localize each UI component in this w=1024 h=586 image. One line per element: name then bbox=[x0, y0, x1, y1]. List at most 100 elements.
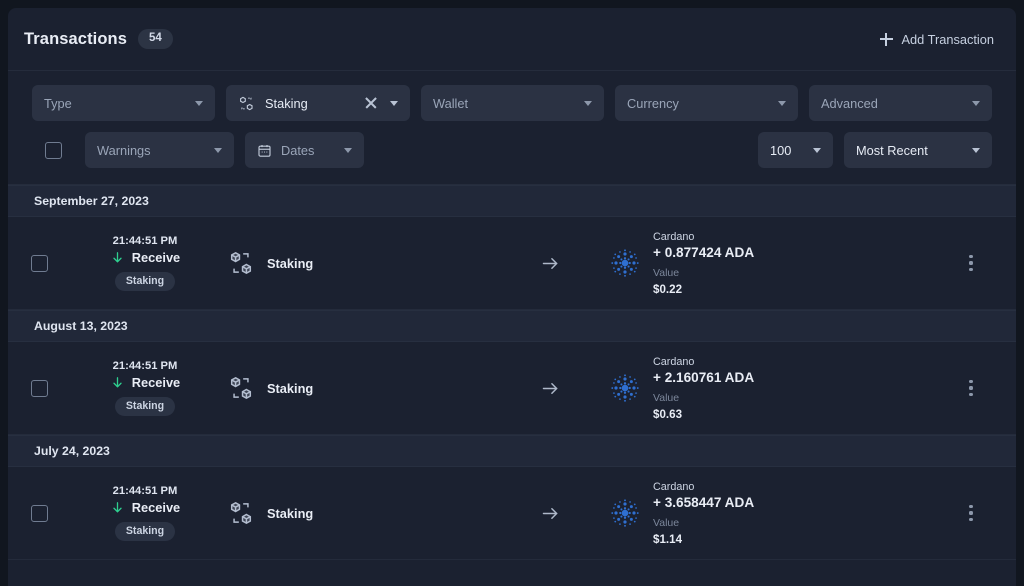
filter-advanced[interactable]: Advanced bbox=[808, 85, 992, 121]
page-size-label: 100 bbox=[770, 142, 792, 158]
row-amount: + 3.658447 ADA bbox=[653, 494, 755, 510]
filter-category[interactable]: Staking bbox=[226, 85, 410, 121]
row-tag: Staking bbox=[114, 272, 176, 291]
arrow-down-icon bbox=[110, 375, 125, 390]
row-menu-cell bbox=[948, 376, 994, 400]
row-direction-label: Receive bbox=[131, 375, 181, 391]
filter-dates[interactable]: Dates bbox=[245, 132, 364, 168]
arrow-down-icon bbox=[110, 250, 125, 265]
row-value-label: Value bbox=[653, 266, 680, 279]
row-value-label: Value bbox=[653, 516, 680, 529]
chevron-down-icon bbox=[583, 100, 592, 106]
row-amount-text: Cardano + 3.658447 ADA Value $1.14 bbox=[653, 481, 754, 546]
date-group-header: August 13, 2023 bbox=[8, 310, 1016, 342]
transactions-page: Transactions 54 Add Transaction Type Sta… bbox=[0, 0, 1024, 586]
filter-wallet[interactable]: Wallet bbox=[420, 85, 604, 121]
row-menu-cell bbox=[948, 501, 994, 525]
row-checkbox[interactable] bbox=[30, 504, 48, 522]
arrow-right-icon bbox=[540, 503, 561, 524]
filter-currency[interactable]: Currency bbox=[614, 85, 798, 121]
staking-cubes-icon bbox=[228, 500, 254, 526]
row-time: 21:44:51 PM bbox=[112, 485, 178, 498]
row-category-label: Staking bbox=[267, 380, 314, 396]
row-transfer-cell bbox=[490, 253, 610, 274]
arrow-right-icon bbox=[540, 253, 561, 274]
row-select-cell bbox=[8, 254, 70, 272]
chevron-down-icon bbox=[214, 147, 222, 153]
arrow-down-icon bbox=[110, 500, 125, 515]
row-amount-cell: Cardano + 2.160761 ADA Value $0.63 bbox=[610, 356, 948, 421]
kebab-menu-icon[interactable] bbox=[965, 376, 976, 400]
table-row[interactable]: 21:44:51 PM Receive Staking Staking Card… bbox=[8, 342, 1016, 435]
row-menu-cell bbox=[948, 251, 994, 275]
filter-currency-label: Currency bbox=[626, 95, 679, 111]
filter-category-label: Staking bbox=[265, 95, 308, 111]
row-transfer-cell bbox=[490, 378, 610, 399]
close-icon[interactable] bbox=[364, 96, 378, 110]
row-amount: + 2.160761 ADA bbox=[653, 369, 755, 385]
plus-icon bbox=[879, 32, 893, 46]
transaction-count-badge: 54 bbox=[138, 29, 173, 49]
row-coin-name: Cardano bbox=[653, 355, 695, 368]
filter-wallet-label: Wallet bbox=[432, 95, 469, 111]
page-title: Transactions bbox=[24, 29, 127, 48]
select-all-wrap bbox=[32, 141, 74, 159]
row-direction-label: Receive bbox=[131, 500, 181, 516]
select-all-checkbox[interactable] bbox=[44, 141, 62, 159]
page-size-select[interactable]: 100 bbox=[758, 132, 833, 168]
add-transaction-label: Add Transaction bbox=[901, 31, 994, 47]
row-direction: Receive bbox=[110, 250, 180, 265]
table-row[interactable]: 21:44:51 PM Receive Staking Staking Card… bbox=[8, 467, 1016, 560]
filter-type[interactable]: Type bbox=[32, 85, 215, 121]
chevron-down-icon bbox=[971, 100, 980, 106]
row-category-label: Staking bbox=[267, 255, 314, 271]
filter-dates-label: Dates bbox=[281, 142, 315, 158]
filter-row-primary: Type Staking Wallet Currency Advanced bbox=[32, 85, 992, 121]
filter-advanced-label: Advanced bbox=[820, 95, 878, 111]
row-time: 21:44:51 PM bbox=[112, 360, 178, 373]
row-tag: Staking bbox=[114, 522, 176, 541]
row-value: $1.14 bbox=[653, 532, 683, 546]
row-coin-name: Cardano bbox=[653, 230, 695, 243]
row-amount-cell: Cardano + 0.877424 ADA Value $0.22 bbox=[610, 231, 948, 296]
row-direction: Receive bbox=[110, 375, 180, 390]
row-type-cell: 21:44:51 PM Receive Staking bbox=[70, 235, 220, 291]
filter-warnings[interactable]: Warnings bbox=[85, 132, 234, 168]
row-category-label: Staking bbox=[267, 505, 314, 521]
cardano-icon bbox=[610, 373, 640, 403]
table-row[interactable]: 21:44:51 PM Receive Staking Staking Card… bbox=[8, 217, 1016, 310]
row-direction-label: Receive bbox=[131, 250, 181, 266]
row-category-cell: Staking bbox=[220, 375, 490, 401]
row-coin-name: Cardano bbox=[653, 480, 695, 493]
row-select-cell bbox=[8, 379, 70, 397]
cardano-icon bbox=[610, 498, 640, 528]
filter-bar: Type Staking Wallet Currency Advanced Wa… bbox=[8, 71, 1016, 185]
row-select-cell bbox=[8, 504, 70, 522]
arrow-right-icon bbox=[540, 378, 561, 399]
row-type-cell: 21:44:51 PM Receive Staking bbox=[70, 360, 220, 416]
date-group-header: July 24, 2023 bbox=[8, 435, 1016, 467]
filter-type-label: Type bbox=[44, 95, 72, 111]
row-category-cell: Staking bbox=[220, 500, 490, 526]
row-checkbox[interactable] bbox=[30, 254, 48, 272]
transactions-panel: Transactions 54 Add Transaction Type Sta… bbox=[8, 8, 1016, 586]
row-type-cell: 21:44:51 PM Receive Staking bbox=[70, 485, 220, 541]
row-amount-cell: Cardano + 3.658447 ADA Value $1.14 bbox=[610, 481, 948, 546]
chevron-down-icon bbox=[972, 147, 980, 153]
chevron-down-icon bbox=[389, 100, 398, 106]
chevron-down-icon bbox=[813, 147, 821, 153]
row-amount: + 0.877424 ADA bbox=[653, 244, 755, 260]
calendar-icon bbox=[257, 143, 272, 158]
staking-cubes-icon bbox=[228, 375, 254, 401]
row-direction: Receive bbox=[110, 500, 180, 515]
kebab-menu-icon[interactable] bbox=[965, 501, 976, 525]
add-transaction-button[interactable]: Add Transaction bbox=[879, 31, 994, 47]
panel-header: Transactions 54 Add Transaction bbox=[8, 8, 1016, 71]
chevron-down-icon bbox=[777, 100, 786, 106]
row-amount-text: Cardano + 2.160761 ADA Value $0.63 bbox=[653, 356, 754, 421]
sort-order-select[interactable]: Most Recent bbox=[844, 132, 992, 168]
row-category-cell: Staking bbox=[220, 250, 490, 276]
kebab-menu-icon[interactable] bbox=[965, 251, 976, 275]
row-checkbox[interactable] bbox=[30, 379, 48, 397]
sort-order-label: Most Recent bbox=[856, 142, 928, 158]
